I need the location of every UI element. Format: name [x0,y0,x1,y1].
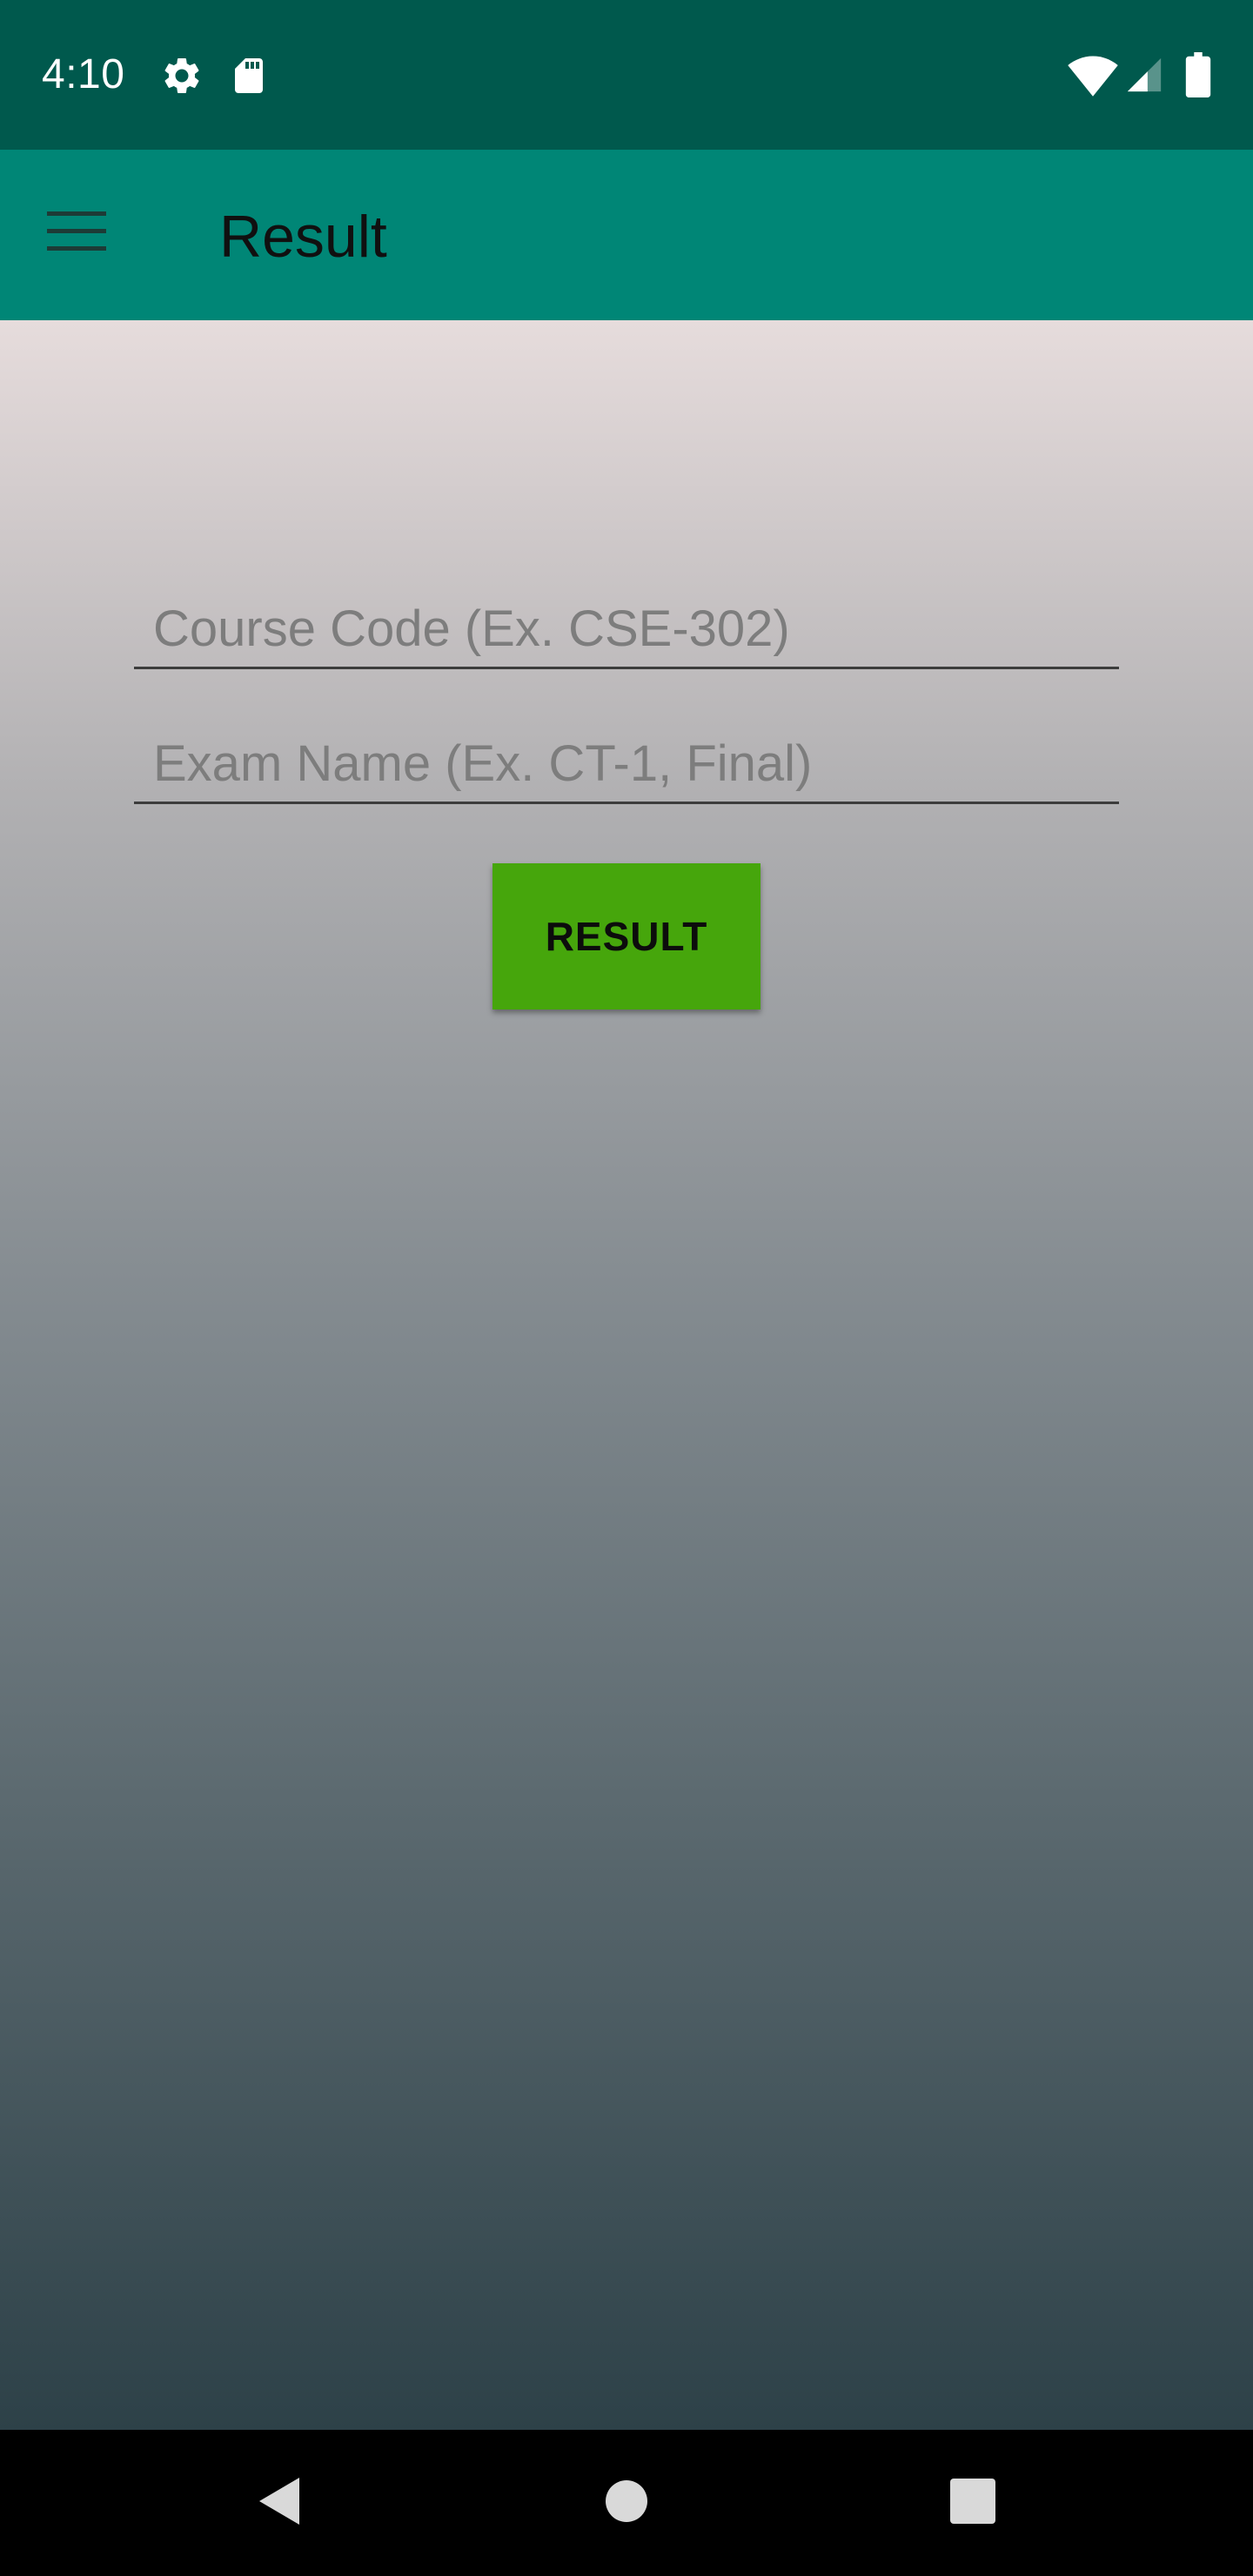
back-button[interactable] [233,2458,324,2548]
home-button[interactable] [581,2458,672,2548]
sd-card-icon [228,54,270,102]
settings-icon [160,54,204,102]
home-icon [604,2479,649,2528]
battery-icon [1185,52,1211,102]
course-code-field [134,594,1119,669]
wifi-icon [1067,54,1119,102]
status-time: 4:10 [42,51,125,97]
back-icon [254,2474,303,2532]
course-code-input[interactable] [153,594,1102,663]
recents-button[interactable] [928,2458,1018,2548]
page-title: Result [219,204,387,270]
status-bar: 4:10 [0,0,1253,150]
exam-name-field [134,728,1119,804]
recents-icon [949,2478,996,2529]
main-content: RESULT [0,320,1253,2430]
cell-signal-icon [1124,54,1164,100]
app-bar: Result [0,150,1253,320]
menu-button[interactable] [35,191,118,275]
screen: 4:10 Result Course Code (Ex. CSE-302) Ex… [0,0,1253,2576]
result-button[interactable]: RESULT [492,863,761,1010]
hamburger-menu-icon [47,210,106,258]
navigation-bar [0,2430,1253,2576]
exam-name-input[interactable] [153,728,1102,798]
